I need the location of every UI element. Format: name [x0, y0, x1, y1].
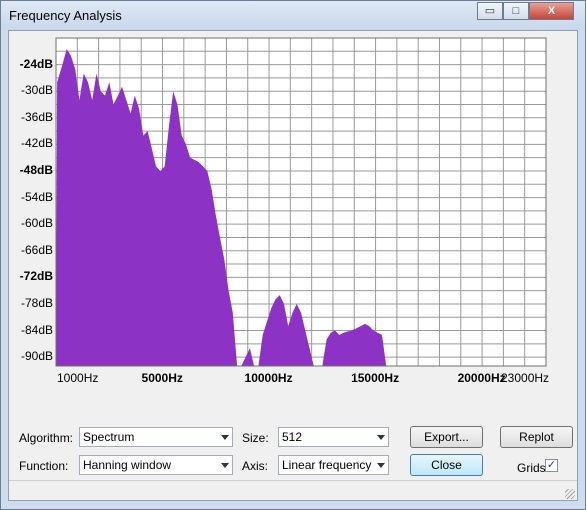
chevron-down-icon	[377, 435, 385, 440]
y-tick-label: -90dB	[20, 349, 53, 364]
close-icon: X	[547, 5, 556, 17]
minimize-button[interactable]: ▭	[477, 2, 503, 20]
y-tick-label: -48dB	[19, 162, 53, 177]
dialog-body: -24dB -30dB -36dB -42dB -48dB -54dB -60dB -66dB…	[8, 30, 578, 501]
maximize-button[interactable]: □	[503, 2, 529, 20]
y-tick-label: -66dB	[20, 242, 53, 257]
resize-grip-icon[interactable]	[565, 489, 575, 499]
minimize-icon: ▭	[484, 5, 496, 17]
x-tick-label: 1000Hz	[57, 371, 99, 385]
chevron-down-icon	[221, 435, 229, 440]
x-tick-label: 20000Hz	[457, 371, 506, 385]
spectrum-plot	[55, 37, 547, 367]
window-title: Frequency Analysis	[9, 8, 122, 23]
y-tick-label: -78dB	[20, 295, 53, 310]
algorithm-value: Spectrum	[83, 430, 135, 444]
x-tick-label: 10000Hz	[244, 371, 293, 385]
maximize-icon: □	[512, 5, 520, 17]
title-bar[interactable]: Frequency Analysis ▭ □ X	[1, 1, 585, 30]
size-label: Size:	[242, 431, 269, 445]
close-button[interactable]: Close	[410, 454, 483, 476]
axis-value: Linear frequency	[282, 458, 372, 472]
y-tick-label: -84dB	[20, 322, 53, 337]
replot-button[interactable]: Replot	[500, 426, 573, 448]
grids-checkbox[interactable]: ✓	[545, 459, 558, 472]
export-button[interactable]: Export...	[410, 426, 483, 448]
frequency-analysis-window: Frequency Analysis ▭ □ X -24dB -30dB -36dB…	[0, 0, 586, 510]
y-tick-label: -24dB	[19, 56, 53, 71]
y-tick-label: -30dB	[20, 83, 53, 98]
function-label: Function:	[19, 459, 69, 473]
chevron-down-icon	[377, 463, 385, 468]
algorithm-select[interactable]: Spectrum	[79, 427, 233, 447]
checkmark-icon: ✓	[546, 459, 557, 471]
y-tick-label: -72dB	[19, 269, 53, 284]
grids-label: Grids	[517, 461, 546, 475]
x-tick-label: 23000Hz	[501, 371, 550, 385]
y-tick-label: -42dB	[20, 136, 53, 151]
size-select[interactable]: 512	[278, 427, 389, 447]
axis-label: Axis:	[242, 459, 269, 473]
status-bar	[9, 480, 577, 501]
function-select[interactable]: Hanning window	[79, 455, 233, 475]
algorithm-label: Algorithm:	[19, 431, 74, 445]
x-tick-label: 15000Hz	[351, 371, 400, 385]
close-window-button[interactable]: X	[529, 2, 574, 20]
y-tick-label: -36dB	[20, 109, 53, 124]
y-tick-label: -60dB	[20, 216, 53, 231]
y-tick-label: -54dB	[20, 189, 53, 204]
chevron-down-icon	[221, 463, 229, 468]
function-value: Hanning window	[83, 458, 172, 472]
x-tick-label: 5000Hz	[141, 371, 183, 385]
size-value: 512	[282, 430, 303, 444]
axis-select[interactable]: Linear frequency	[278, 455, 389, 475]
